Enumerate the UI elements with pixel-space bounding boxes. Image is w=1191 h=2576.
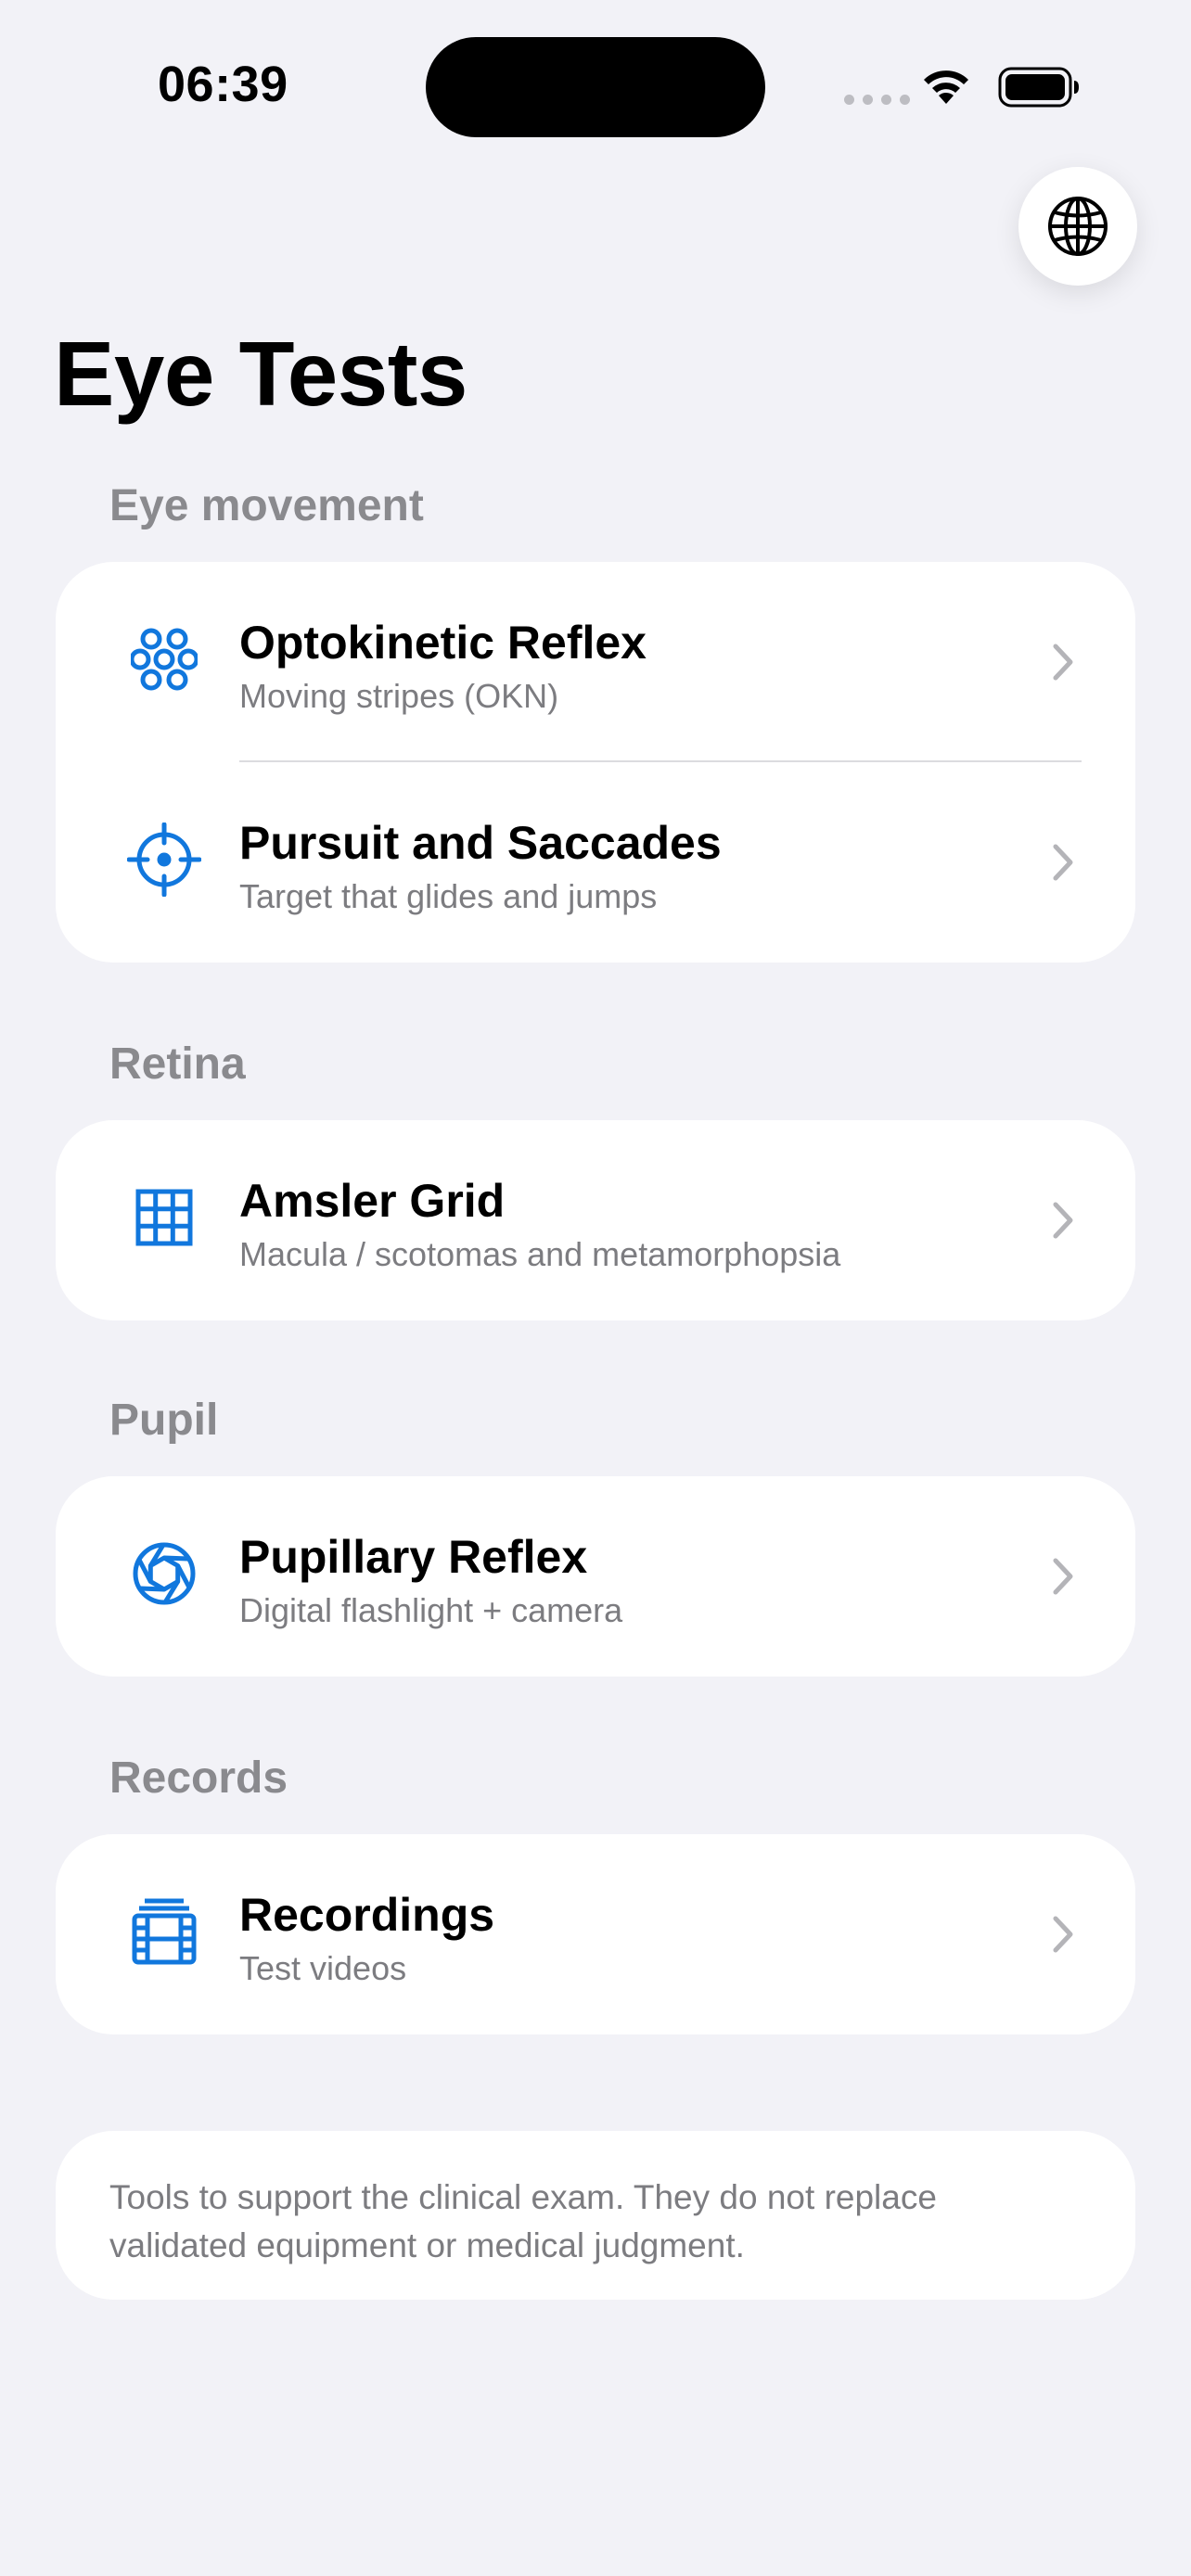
item-title: Recordings: [239, 1889, 495, 1941]
chevron-right-icon: [1053, 1558, 1073, 1595]
section-header-pupil: Pupil: [109, 1396, 219, 1445]
battery-icon: [998, 67, 1080, 112]
item-title: Optokinetic Reflex: [239, 617, 647, 669]
wifi-icon: [920, 65, 972, 110]
section-header-records: Records: [109, 1753, 288, 1803]
crosshair-icon: [117, 812, 211, 907]
cellular-signal-icon: [844, 95, 910, 105]
circles-grid-icon: [117, 612, 211, 707]
eye-movement-card: Optokinetic Reflex Moving stripes (OKN) …: [56, 562, 1135, 963]
dynamic-island: [426, 37, 765, 137]
item-subtitle: Digital flashlight + camera: [239, 1591, 623, 1629]
film-stack-icon: [117, 1884, 211, 1979]
retina-card: Amsler Grid Macula / scotomas and metamo…: [56, 1120, 1135, 1320]
globe-icon: [1048, 197, 1108, 256]
pupil-card: Pupillary Reflex Digital flashlight + ca…: [56, 1476, 1135, 1677]
chevron-right-icon: [1053, 844, 1073, 881]
item-subtitle: Test videos: [239, 1949, 407, 1987]
status-time: 06:39: [158, 57, 288, 112]
item-title: Amsler Grid: [239, 1175, 506, 1227]
item-title: Pupillary Reflex: [239, 1531, 588, 1583]
aperture-icon: [117, 1526, 211, 1621]
chevron-right-icon: [1053, 644, 1073, 681]
list-item-pursuit-and-saccades[interactable]: Pursuit and Saccades Target that glides …: [56, 762, 1135, 963]
records-card: Recordings Test videos: [56, 1834, 1135, 2034]
language-button[interactable]: [1018, 167, 1137, 286]
list-item-pupillary-reflex[interactable]: Pupillary Reflex Digital flashlight + ca…: [56, 1476, 1135, 1677]
disclaimer-text: Tools to support the clinical exam. They…: [56, 2131, 1135, 2300]
item-subtitle: Macula / scotomas and metamorphopsia: [239, 1235, 841, 1273]
grid-icon: [117, 1170, 211, 1265]
list-item-amsler-grid[interactable]: Amsler Grid Macula / scotomas and metamo…: [56, 1120, 1135, 1320]
item-subtitle: Target that glides and jumps: [239, 877, 658, 915]
item-title: Pursuit and Saccades: [239, 817, 722, 869]
section-header-eye-movement: Eye movement: [109, 481, 424, 530]
list-item-optokinetic-reflex[interactable]: Optokinetic Reflex Moving stripes (OKN): [56, 562, 1135, 762]
eye-tests-screen: 06:39 Eye Tests Eye movement Optokinetic…: [0, 0, 1191, 2576]
chevron-right-icon: [1053, 1916, 1073, 1953]
item-subtitle: Moving stripes (OKN): [239, 677, 559, 715]
section-header-retina: Retina: [109, 1039, 246, 1089]
page-title: Eye Tests: [54, 323, 467, 425]
list-item-recordings[interactable]: Recordings Test videos: [56, 1834, 1135, 2034]
chevron-right-icon: [1053, 1202, 1073, 1239]
